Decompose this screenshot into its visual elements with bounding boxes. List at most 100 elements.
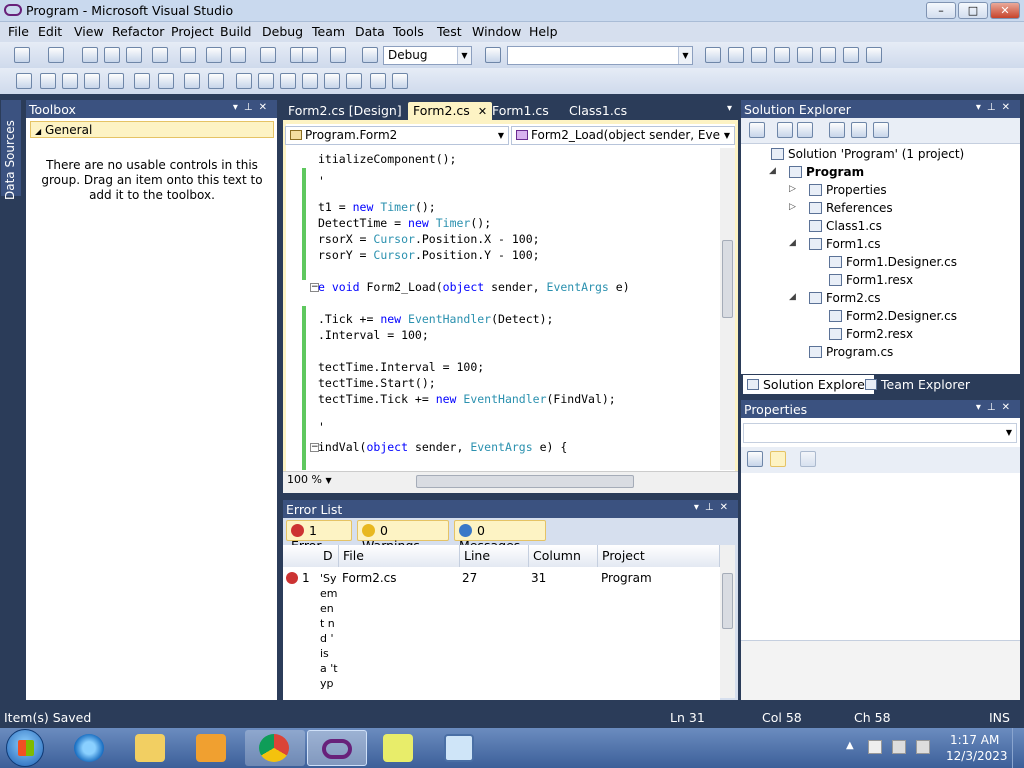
editor-toolbar-icon[interactable] bbox=[280, 73, 296, 89]
solution-toolbar-icon[interactable] bbox=[749, 122, 765, 138]
toolbar-icon[interactable] bbox=[230, 47, 246, 63]
tree-item[interactable]: Form2.resx bbox=[829, 327, 913, 341]
toolbar-icon[interactable] bbox=[820, 47, 836, 63]
taskbar-ie-button[interactable] bbox=[60, 730, 120, 766]
scroll-thumb[interactable] bbox=[722, 240, 733, 318]
editor-toolbar-icon[interactable] bbox=[108, 73, 124, 89]
menu-view[interactable]: View bbox=[74, 24, 104, 39]
tree-expander-icon[interactable]: ◢ bbox=[789, 238, 796, 248]
editor-toolbar-icon[interactable] bbox=[392, 73, 408, 89]
toolbar-icon[interactable] bbox=[206, 47, 222, 63]
tab-solution-explorer[interactable]: Solution Explorer bbox=[743, 375, 874, 394]
close-tab-icon[interactable]: ✕ bbox=[478, 105, 487, 118]
toolbar-icon[interactable] bbox=[152, 47, 168, 63]
toolbar-icon[interactable] bbox=[302, 47, 318, 63]
show-desktop-button[interactable] bbox=[1012, 728, 1024, 768]
tab-form1-cs[interactable]: Form1.cs bbox=[487, 102, 554, 120]
taskbar-notes-button[interactable] bbox=[369, 730, 429, 766]
menu-file[interactable]: File bbox=[8, 24, 29, 39]
member-combo[interactable]: Form2_Load(object sender, EventAr ▼ bbox=[511, 126, 735, 145]
tree-item[interactable]: ◢ Program bbox=[769, 165, 864, 179]
editor-toolbar-icon[interactable] bbox=[208, 73, 224, 89]
zoom-combo[interactable]: 100 % ▼ bbox=[285, 473, 341, 489]
toolbar-icon[interactable] bbox=[866, 47, 882, 63]
taskbar-visual-studio-button[interactable] bbox=[307, 730, 367, 766]
tab-form2-cs-design-[interactable]: Form2.cs [Design] bbox=[283, 102, 407, 120]
toolbar-icon[interactable] bbox=[82, 47, 98, 63]
action-center-icon[interactable] bbox=[868, 740, 882, 754]
network-icon[interactable] bbox=[892, 740, 906, 754]
editor-toolbar-icon[interactable] bbox=[16, 73, 32, 89]
toolbar-icon[interactable] bbox=[14, 47, 30, 63]
scroll-thumb[interactable] bbox=[722, 573, 733, 629]
close-button[interactable]: ✕ bbox=[990, 2, 1020, 19]
errors-filter-button[interactable]: 1 Error bbox=[286, 520, 352, 553]
tree-item[interactable]: Form2.Designer.cs bbox=[829, 309, 957, 323]
tab-class1-cs[interactable]: Class1.cs bbox=[564, 102, 632, 120]
toolbar-icon[interactable] bbox=[260, 47, 276, 63]
tree-item[interactable]: ▷ References bbox=[789, 201, 893, 215]
editor-toolbar-icon[interactable] bbox=[370, 73, 386, 89]
menu-debug[interactable]: Debug bbox=[262, 24, 303, 39]
taskbar-explorer-button[interactable] bbox=[121, 730, 181, 766]
editor-horizontal-scrollbar[interactable] bbox=[350, 475, 720, 489]
menu-project[interactable]: Project bbox=[171, 24, 214, 39]
editor-toolbar-icon[interactable] bbox=[184, 73, 200, 89]
editor-toolbar-icon[interactable] bbox=[236, 73, 252, 89]
taskbar-chrome-button[interactable] bbox=[245, 730, 305, 766]
menu-team[interactable]: Team bbox=[312, 24, 345, 39]
column-header-file[interactable]: File bbox=[339, 545, 460, 567]
tree-item[interactable]: Class1.cs bbox=[809, 219, 882, 233]
error-file[interactable]: Form2.cs bbox=[342, 571, 397, 585]
class-combo[interactable]: Program.Form2 ▼ bbox=[285, 126, 509, 145]
editor-toolbar-icon[interactable] bbox=[324, 73, 340, 89]
column-header-project[interactable]: Project bbox=[598, 545, 720, 567]
solution-config-combo[interactable]: Debug ▼ bbox=[383, 46, 472, 65]
show-hidden-icons[interactable]: ▲ bbox=[846, 740, 854, 751]
tree-expander-icon[interactable]: ▷ bbox=[789, 184, 796, 194]
tree-item[interactable]: Form1.resx bbox=[829, 273, 913, 287]
hscroll-thumb[interactable] bbox=[416, 475, 634, 488]
toolbar-icon[interactable] bbox=[751, 47, 767, 63]
tree-expander-icon[interactable]: ▷ bbox=[789, 202, 796, 212]
toolbar-icon[interactable] bbox=[48, 47, 64, 63]
editor-toolbar-icon[interactable] bbox=[346, 73, 362, 89]
solution-toolbar-icon[interactable] bbox=[797, 122, 813, 138]
column-header-d[interactable]: D bbox=[283, 545, 339, 567]
tree-item[interactable]: ◢ Form2.cs bbox=[789, 291, 881, 305]
toolbar-icon[interactable] bbox=[843, 47, 859, 63]
property-pages-icon[interactable] bbox=[800, 451, 816, 467]
editor-toolbar-icon[interactable] bbox=[258, 73, 274, 89]
panel-pin-close-icons[interactable]: ▾⊥✕ bbox=[694, 502, 734, 513]
menu-data[interactable]: Data bbox=[355, 24, 385, 39]
find-in-files-icon[interactable] bbox=[485, 47, 501, 63]
clock-date[interactable]: 12/3/2023 bbox=[946, 749, 1008, 763]
solution-toolbar-icon[interactable] bbox=[829, 122, 845, 138]
menu-edit[interactable]: Edit bbox=[38, 24, 62, 39]
solution-toolbar-icon[interactable] bbox=[851, 122, 867, 138]
toolbar-icon[interactable] bbox=[180, 47, 196, 63]
tab-form2-cs[interactable]: Form2.cs ✕ bbox=[408, 102, 493, 120]
menu-build[interactable]: Build bbox=[220, 24, 251, 39]
tree-item[interactable]: Solution 'Program' (1 project) bbox=[771, 147, 964, 161]
column-header-column[interactable]: Column bbox=[529, 545, 598, 567]
toolbar-icon[interactable] bbox=[774, 47, 790, 63]
editor-toolbar-icon[interactable] bbox=[40, 73, 56, 89]
properties-object-combo[interactable]: ▼ bbox=[743, 423, 1017, 443]
tree-expander-icon[interactable]: ◢ bbox=[769, 166, 776, 176]
minimize-button[interactable]: – bbox=[926, 2, 956, 19]
volume-icon[interactable] bbox=[916, 740, 930, 754]
taskbar-snipping-button[interactable] bbox=[430, 730, 490, 766]
menu-tools[interactable]: Tools bbox=[393, 24, 424, 39]
data-sources-side-tab[interactable]: Data Sources bbox=[1, 100, 21, 200]
start-button[interactable] bbox=[6, 729, 44, 767]
tree-expander-icon[interactable]: ◢ bbox=[789, 292, 796, 302]
solution-toolbar-icon[interactable] bbox=[873, 122, 889, 138]
toolbar-icon[interactable] bbox=[126, 47, 142, 63]
editor-vertical-scrollbar[interactable] bbox=[720, 148, 735, 470]
tab-team-explorer[interactable]: Team Explorer bbox=[861, 375, 974, 394]
solution-toolbar-icon[interactable] bbox=[777, 122, 793, 138]
find-combo[interactable]: ▼ bbox=[507, 46, 693, 65]
toolbox-group-general[interactable]: ◢ General bbox=[30, 121, 274, 138]
tree-item[interactable]: ▷ Properties bbox=[789, 183, 887, 197]
